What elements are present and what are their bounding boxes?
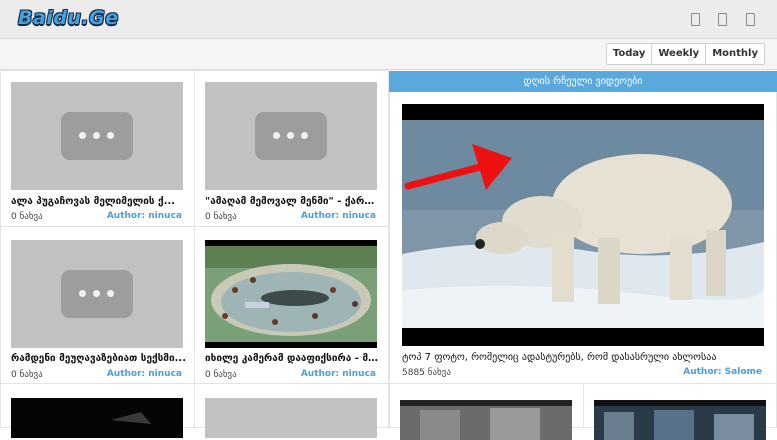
dark-photo-image [111,412,151,424]
video-title[interactable]: ალა პუგაჩოვას მელიმელის ქ... [11,196,187,207]
author-link[interactable]: Author: ninuca [301,211,376,221]
site-logo[interactable]: Baidu.Ge [18,7,119,29]
video-card[interactable]: "ამაღამ მემოვალ მენმი" - ქართ... 0 ნახვა… [194,70,389,227]
chat-bubble-icon [61,270,133,318]
video-thumbnail-placeholder[interactable] [205,398,377,438]
video-title[interactable]: "ამაღამ მემოვალ მენმი" - ქართ... [205,196,381,207]
video-card[interactable] [389,383,584,440]
pond-photo-image [205,246,377,342]
video-thumbnail-placeholder[interactable] [11,82,183,190]
device-icon[interactable] [746,13,755,26]
video-card[interactable] [583,383,777,440]
featured-view-count: 5885 ნახვა [402,368,451,378]
tab-today[interactable]: Today [607,44,653,64]
video-thumbnail[interactable] [594,400,766,440]
author-link[interactable]: Author: ninuca [107,369,182,379]
video-thumbnail[interactable] [11,398,183,438]
video-title[interactable]: იხილე კამერამ დააფიქსირა - მა... [205,353,381,364]
featured-header: დღის რჩეული ვიდეოები [389,71,777,92]
indoor-photo-image [400,400,572,440]
view-count: 0 ნახვა [11,212,43,222]
video-card[interactable] [0,383,195,438]
featured-author-link[interactable]: Author: Salome [683,367,762,377]
featured-video-card[interactable]: ტოპ 7 ფოტო, რომელიც ადასტურებს, რომ დასა… [389,92,777,384]
device-icon[interactable] [691,13,700,26]
tab-monthly[interactable]: Monthly [706,44,764,64]
featured-video-title[interactable]: ტოპ 7 ფოტო, რომელიც ადასტურებს, რომ დასა… [402,352,766,363]
city-photo-image [594,400,766,440]
chat-bubble-icon [61,112,133,160]
device-icon[interactable] [718,13,727,26]
video-card[interactable]: ალა პუგაჩოვას მელიმელის ქ... 0 ნახვა Aut… [0,70,195,227]
period-tabs: Today Weekly Monthly [605,43,765,65]
video-thumbnail-placeholder[interactable] [205,82,377,190]
tab-weekly[interactable]: Weekly [652,44,707,64]
polar-bear-photo-image [402,120,764,328]
author-link[interactable]: Author: ninuca [107,211,182,221]
view-count: 0 ნახვა [205,370,237,380]
video-thumbnail-placeholder[interactable] [11,240,183,348]
video-title[interactable]: რამდენი მეუღავაზებიათ სექსმი... [11,353,187,364]
video-thumbnail[interactable] [205,240,377,348]
author-link[interactable]: Author: ninuca [301,369,376,379]
featured-video-thumbnail[interactable] [402,104,764,346]
header-bar: Baidu.Ge [0,0,777,39]
filter-bar: Today Weekly Monthly [0,39,777,70]
view-count: 0 ნახვა [205,212,237,222]
video-card[interactable]: რამდენი მეუღავაზებიათ სექსმი... 0 ნახვა … [0,226,195,384]
video-card[interactable]: იხილე კამერამ დააფიქსირა - მა... 0 ნახვა… [194,226,389,384]
view-count: 0 ნახვა [11,370,43,380]
video-card[interactable] [194,383,389,438]
chat-bubble-icon [255,112,327,160]
video-thumbnail[interactable] [400,400,572,440]
